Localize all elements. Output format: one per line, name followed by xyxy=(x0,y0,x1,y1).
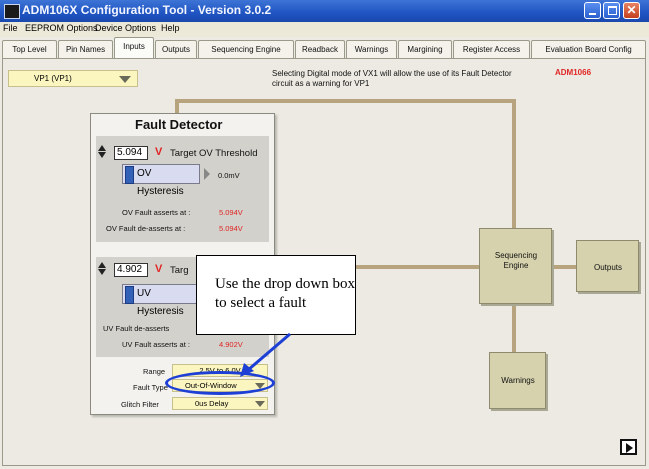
arrow-down-icon xyxy=(98,269,106,275)
maximize-button[interactable] xyxy=(603,2,620,19)
connector-line xyxy=(175,99,515,103)
arrow-up-icon xyxy=(98,262,106,268)
tab-margining[interactable]: Margining xyxy=(398,40,452,58)
menu-device-options[interactable]: Device Options xyxy=(95,23,156,33)
device-label: ADM1066 xyxy=(555,68,592,77)
fault-detector-title: Fault Detector xyxy=(135,117,223,132)
tab-outputs[interactable]: Outputs xyxy=(155,40,197,58)
minimize-button[interactable] xyxy=(584,2,601,19)
ov-deasserts-label: OV Fault de-asserts at : xyxy=(106,224,186,233)
glitch-filter-dropdown[interactable]: 0us Delay xyxy=(172,397,268,410)
close-button[interactable]: ✕ xyxy=(623,2,640,19)
ov-unit: V xyxy=(155,146,163,158)
uv-hysteresis-label: UV Hysteresis xyxy=(137,288,184,317)
menu-help[interactable]: Help xyxy=(161,23,180,33)
tab-register-access[interactable]: Register Access xyxy=(453,40,530,58)
outputs-label: Outputs xyxy=(593,263,622,272)
menu-file[interactable]: File xyxy=(3,23,18,33)
outputs-block[interactable]: Outputs xyxy=(576,240,639,292)
warnings-label: Warnings xyxy=(501,376,535,385)
tab-readback[interactable]: Readback xyxy=(295,40,345,58)
info-text: Selecting Digital mode of VX1 will allow… xyxy=(272,69,512,88)
tab-warnings[interactable]: Warnings xyxy=(346,40,397,58)
tab-evaluation-board-config[interactable]: Evaluation Board Config xyxy=(531,40,646,58)
uv-deasserts-label: UV Fault de-asserts xyxy=(103,324,170,333)
uv-threshold-label: Targ xyxy=(170,265,189,276)
ov-threshold-spinner[interactable] xyxy=(98,145,106,159)
fault-type-label: Fault Type xyxy=(133,383,168,392)
chevron-right-icon xyxy=(204,168,210,180)
ov-hysteresis-label: OV Hysteresis xyxy=(137,168,184,197)
ov-threshold-input[interactable]: 5.094 xyxy=(114,146,148,160)
glitch-filter-label: Glitch Filter xyxy=(121,400,159,409)
window-title: ADM106X Configuration Tool - Version 3.0… xyxy=(22,3,272,17)
run-button[interactable] xyxy=(620,439,637,455)
minimize-icon xyxy=(589,13,596,15)
maximize-icon xyxy=(608,6,617,15)
sequencing-engine-label: Sequencing Engine xyxy=(494,251,538,270)
ov-hysteresis-slider[interactable]: OV Hysteresis xyxy=(122,164,200,197)
slider-handle[interactable] xyxy=(125,286,134,304)
tab-sequencing-engine[interactable]: Sequencing Engine xyxy=(198,40,294,58)
warnings-block[interactable]: Warnings xyxy=(489,352,546,409)
uv-unit: V xyxy=(155,263,163,275)
chevron-down-icon xyxy=(255,401,265,407)
chevron-down-icon xyxy=(119,76,131,83)
app-icon xyxy=(4,4,20,19)
connector-line xyxy=(512,99,516,229)
callout-text: Use the drop down box to select a fault xyxy=(215,276,355,311)
uv-asserts-label: UV Fault asserts at : xyxy=(122,340,190,349)
slider-handle[interactable] xyxy=(125,166,134,184)
ov-asserts-value: 5.094V xyxy=(219,208,243,217)
arrow-down-icon xyxy=(98,152,106,158)
connector-line xyxy=(550,265,578,269)
connector-line xyxy=(512,304,516,354)
play-icon xyxy=(626,443,633,453)
ov-deasserts-value: 5.094V xyxy=(219,224,243,233)
callout-arrow xyxy=(240,332,291,377)
ov-asserts-label: OV Fault asserts at : xyxy=(122,208,191,217)
menu-eeprom-options[interactable]: EEPROM Options xyxy=(25,23,98,33)
ov-threshold-label: Target OV Threshold xyxy=(170,148,258,159)
tab-inputs[interactable]: Inputs xyxy=(114,37,154,59)
uv-threshold-input[interactable]: 4.902 xyxy=(114,263,148,277)
tab-top-level[interactable]: Top Level xyxy=(2,40,57,58)
close-icon: ✕ xyxy=(626,3,637,17)
uv-threshold-spinner[interactable] xyxy=(98,262,106,276)
input-channel-value: VP1 (VP1) xyxy=(34,74,72,83)
uv-hysteresis-slider[interactable]: UV Hysteresis xyxy=(122,284,200,317)
input-channel-dropdown[interactable]: VP1 (VP1) xyxy=(8,70,138,87)
arrow-up-icon xyxy=(98,145,106,151)
tab-pin-names[interactable]: Pin Names xyxy=(58,40,113,58)
sequencing-engine-block[interactable]: Sequencing Engine xyxy=(479,228,552,304)
glitch-filter-value: 0us Delay xyxy=(195,399,229,408)
range-label: Range xyxy=(143,367,166,376)
ov-hysteresis-value: 0.0mV xyxy=(218,171,240,180)
